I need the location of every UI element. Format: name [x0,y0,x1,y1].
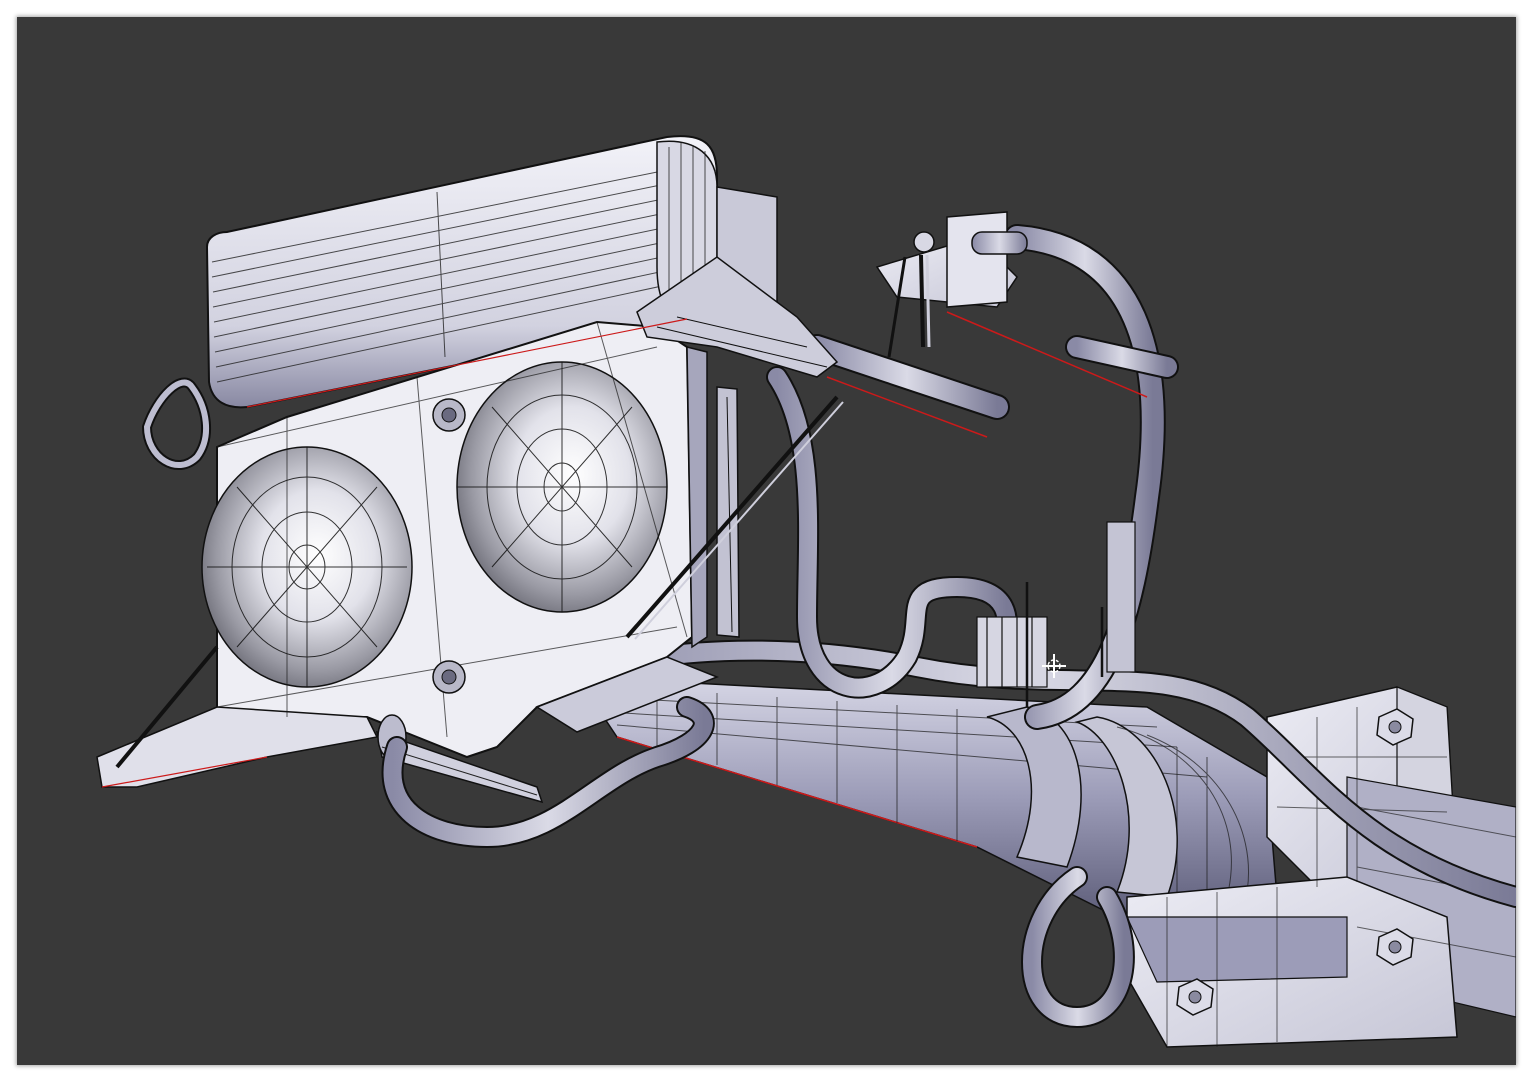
3d-cursor-icon [1042,654,1066,678]
mesh-render [96,135,1516,1048]
screenshot-frame [17,17,1516,1065]
3d-viewport[interactable] [17,17,1516,1065]
top-pin-bracket [875,211,1028,358]
rods [804,311,1179,438]
